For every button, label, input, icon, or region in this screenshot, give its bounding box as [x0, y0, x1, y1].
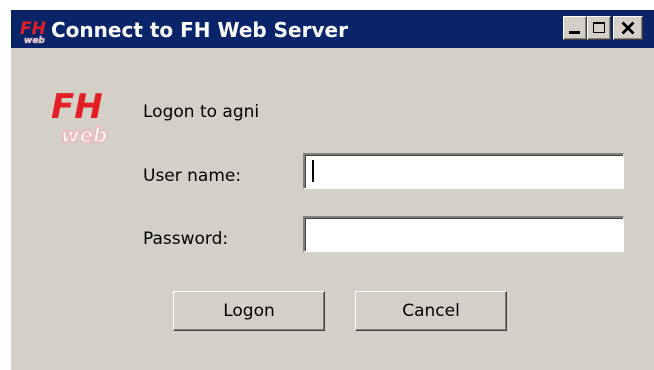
logon-button[interactable]: Logon [173, 291, 325, 331]
connect-dialog-window: FH web Connect to FH Web Server FH web L… [10, 9, 654, 370]
title-bar[interactable]: FH web Connect to FH Web Server [11, 10, 654, 48]
minimize-icon [569, 31, 580, 34]
username-input[interactable] [303, 153, 624, 189]
window-title: Connect to FH Web Server [51, 18, 348, 42]
fh-web-logo: FH web [51, 87, 108, 146]
logon-message: Logon to agni [143, 102, 260, 122]
fh-web-app-icon: FH web [20, 19, 46, 44]
close-icon [621, 21, 635, 35]
minimize-button[interactable] [563, 16, 587, 40]
text-cursor [312, 160, 314, 182]
cancel-button[interactable]: Cancel [355, 291, 507, 331]
close-button[interactable] [613, 16, 643, 40]
maximize-button[interactable] [587, 16, 611, 40]
svg-text:web: web [61, 123, 107, 146]
password-input[interactable] [303, 216, 624, 252]
password-label: Password: [143, 229, 229, 249]
maximize-icon [593, 22, 605, 33]
username-label: User name: [143, 166, 242, 186]
svg-text:FH: FH [51, 87, 103, 127]
svg-text:web: web [24, 36, 45, 44]
